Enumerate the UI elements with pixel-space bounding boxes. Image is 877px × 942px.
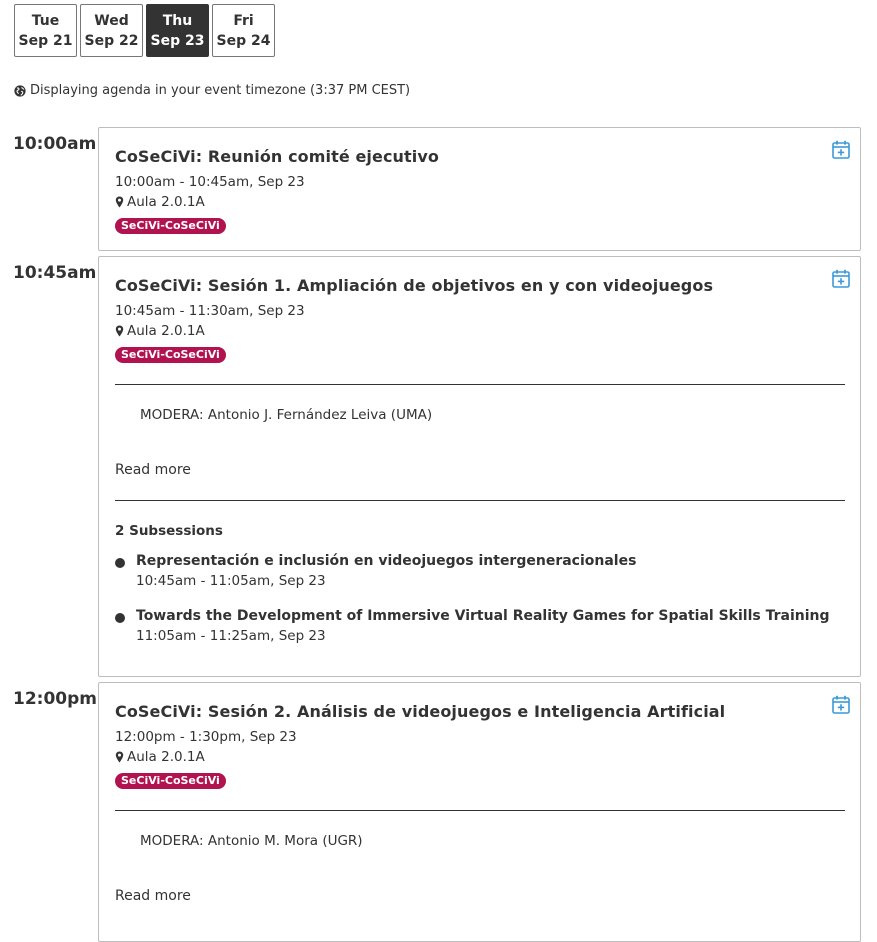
divider <box>115 384 845 385</box>
map-pin-icon <box>115 196 124 208</box>
slot-time: 10:00am <box>13 134 97 154</box>
session-title[interactable]: CoSeCiVi: Sesión 1. Ampliación de objeti… <box>115 276 713 295</box>
day-tab-dow: Thu <box>162 12 193 29</box>
day-tab-thu[interactable]: Thu Sep 23 <box>146 4 209 57</box>
subsession-time: 10:45am - 11:05am, Sep 23 <box>136 573 326 589</box>
slot-time: 10:45am <box>13 263 97 283</box>
read-more-link[interactable]: Read more <box>115 888 191 904</box>
map-pin-icon <box>115 751 124 763</box>
session-location: Aula 2.0.1A <box>115 323 205 339</box>
session-location: Aula 2.0.1A <box>115 194 205 210</box>
session-moderator: MODERA: Antonio M. Mora (UGR) <box>140 833 363 849</box>
session-time: 10:45am - 11:30am, Sep 23 <box>115 303 305 319</box>
calendar-plus-icon[interactable] <box>832 140 850 159</box>
divider <box>115 810 845 811</box>
day-tab-dow: Tue <box>31 12 60 29</box>
session-moderator: MODERA: Antonio J. Fernández Leiva (UMA) <box>140 407 433 423</box>
timezone-text: Displaying agenda in your event timezone… <box>30 83 411 98</box>
session-card: CoSeCiVi: Reunión comité ejecutivo 10:00… <box>98 127 861 251</box>
day-tab-date: Sep 21 <box>18 32 73 49</box>
session-location: Aula 2.0.1A <box>115 749 205 765</box>
bullet-dot <box>115 613 125 623</box>
subsession-time: 11:05am - 11:25am, Sep 23 <box>136 628 326 644</box>
session-time: 10:00am - 10:45am, Sep 23 <box>115 174 305 190</box>
calendar-plus-icon[interactable] <box>832 269 850 288</box>
timezone-note: Displaying agenda in your event timezone… <box>14 83 410 98</box>
location-text: Aula 2.0.1A <box>127 194 205 210</box>
track-tag[interactable]: SeCiVi-CoSeCiVi <box>115 773 226 789</box>
track-tag[interactable]: SeCiVi-CoSeCiVi <box>115 218 226 234</box>
subsessions-heading: 2 Subsessions <box>115 523 223 539</box>
day-tab-dow: Fri <box>233 12 254 29</box>
day-tab-dow: Wed <box>94 12 129 29</box>
subsession-title[interactable]: Towards the Development of Immersive Vir… <box>136 608 830 624</box>
day-tab-date: Sep 24 <box>216 32 271 49</box>
globe-icon <box>14 84 26 97</box>
track-tag[interactable]: SeCiVi-CoSeCiVi <box>115 347 226 363</box>
bullet-dot <box>115 558 125 568</box>
location-text: Aula 2.0.1A <box>127 749 205 765</box>
map-pin-icon <box>115 325 124 337</box>
session-title[interactable]: CoSeCiVi: Sesión 2. Análisis de videojue… <box>115 702 725 721</box>
day-tab-date: Sep 23 <box>150 32 205 49</box>
subsession-title[interactable]: Representación e inclusión en videojuego… <box>136 553 636 569</box>
divider <box>115 500 845 501</box>
day-tab-tue[interactable]: Tue Sep 21 <box>14 4 77 57</box>
day-tab-date: Sep 22 <box>84 32 139 49</box>
session-time: 12:00pm - 1:30pm, Sep 23 <box>115 729 297 745</box>
session-title[interactable]: CoSeCiVi: Reunión comité ejecutivo <box>115 147 439 166</box>
read-more-link[interactable]: Read more <box>115 462 191 478</box>
day-tab-fri[interactable]: Fri Sep 24 <box>212 4 275 57</box>
day-tabs: Tue Sep 21 Wed Sep 22 Thu Sep 23 Fri Sep… <box>14 4 275 57</box>
day-tab-wed[interactable]: Wed Sep 22 <box>80 4 143 57</box>
session-card: CoSeCiVi: Sesión 1. Ampliación de objeti… <box>98 256 861 677</box>
location-text: Aula 2.0.1A <box>127 323 205 339</box>
session-card: CoSeCiVi: Sesión 2. Análisis de videojue… <box>98 682 861 942</box>
slot-time: 12:00pm <box>13 689 97 709</box>
calendar-plus-icon[interactable] <box>832 695 850 714</box>
